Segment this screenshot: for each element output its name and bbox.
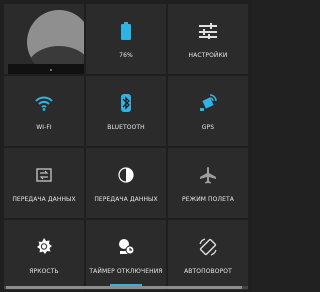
brightness-label: ЯРКОСТЬ (29, 267, 59, 275)
bluetooth-icon (121, 92, 131, 114)
scrollbar-thumb[interactable] (6, 286, 242, 289)
sliders-icon (199, 20, 217, 42)
settings-tile[interactable]: НАСТРОЙКИ (168, 4, 248, 74)
contrast-icon (118, 164, 134, 186)
airplane-mode-label: РЕЖИМ ПОЛЕТА (182, 195, 234, 203)
autorotate-tile[interactable]: АВТОПОВОРОТ (168, 220, 248, 290)
airplane-mode-tile[interactable]: РЕЖИМ ПОЛЕТА (168, 148, 248, 218)
data-transfer-tile-2[interactable]: ПЕРЕДАЧА ДАННЫХ (86, 148, 166, 218)
scrollbar[interactable] (4, 286, 248, 289)
brightness-tile[interactable]: ЯРКОСТЬ (4, 220, 84, 290)
quick-settings-panel: 76% НАСТРОЙКИ WI-FI BLUETOOTH GPS ПЕРЕДА… (0, 0, 252, 292)
user-profile-tile[interactable] (4, 4, 84, 74)
bluetooth-label: BLUETOOTH (107, 123, 145, 131)
wifi-tile[interactable]: WI-FI (4, 76, 84, 146)
quick-settings-grid: 76% НАСТРОЙКИ WI-FI BLUETOOTH GPS ПЕРЕДА… (4, 4, 248, 290)
wifi-icon (35, 92, 53, 114)
battery-label: 76% (119, 51, 133, 59)
battery-icon (121, 20, 131, 42)
wifi-label: WI-FI (36, 123, 52, 131)
settings-label: НАСТРОЙКИ (188, 51, 228, 59)
sleep-timer-icon (117, 236, 135, 258)
sleep-timer-label: ТАЙМЕР ОТКЛЮЧЕНИЯ (89, 267, 163, 275)
data-transfer-label-2: ПЕРЕДАЧА ДАННЫХ (94, 195, 158, 203)
profile-name-bar (8, 64, 84, 74)
airplane-icon (199, 164, 217, 186)
sun-icon (35, 236, 53, 258)
sleep-timer-tile[interactable]: ТАЙМЕР ОТКЛЮЧЕНИЯ (86, 220, 166, 290)
bluetooth-tile[interactable]: BLUETOOTH (86, 76, 166, 146)
autorotate-label: АВТОПОВОРОТ (184, 267, 232, 275)
gps-tile[interactable]: GPS (168, 76, 248, 146)
satellite-icon (199, 92, 217, 114)
data-transfer-label: ПЕРЕДАЧА ДАННЫХ (12, 195, 76, 203)
battery-tile[interactable]: 76% (86, 4, 166, 74)
data-transfer-tile[interactable]: ПЕРЕДАЧА ДАННЫХ (4, 148, 84, 218)
gps-label: GPS (201, 123, 215, 131)
data-transfer-icon (36, 164, 52, 186)
rotate-icon (199, 236, 217, 258)
